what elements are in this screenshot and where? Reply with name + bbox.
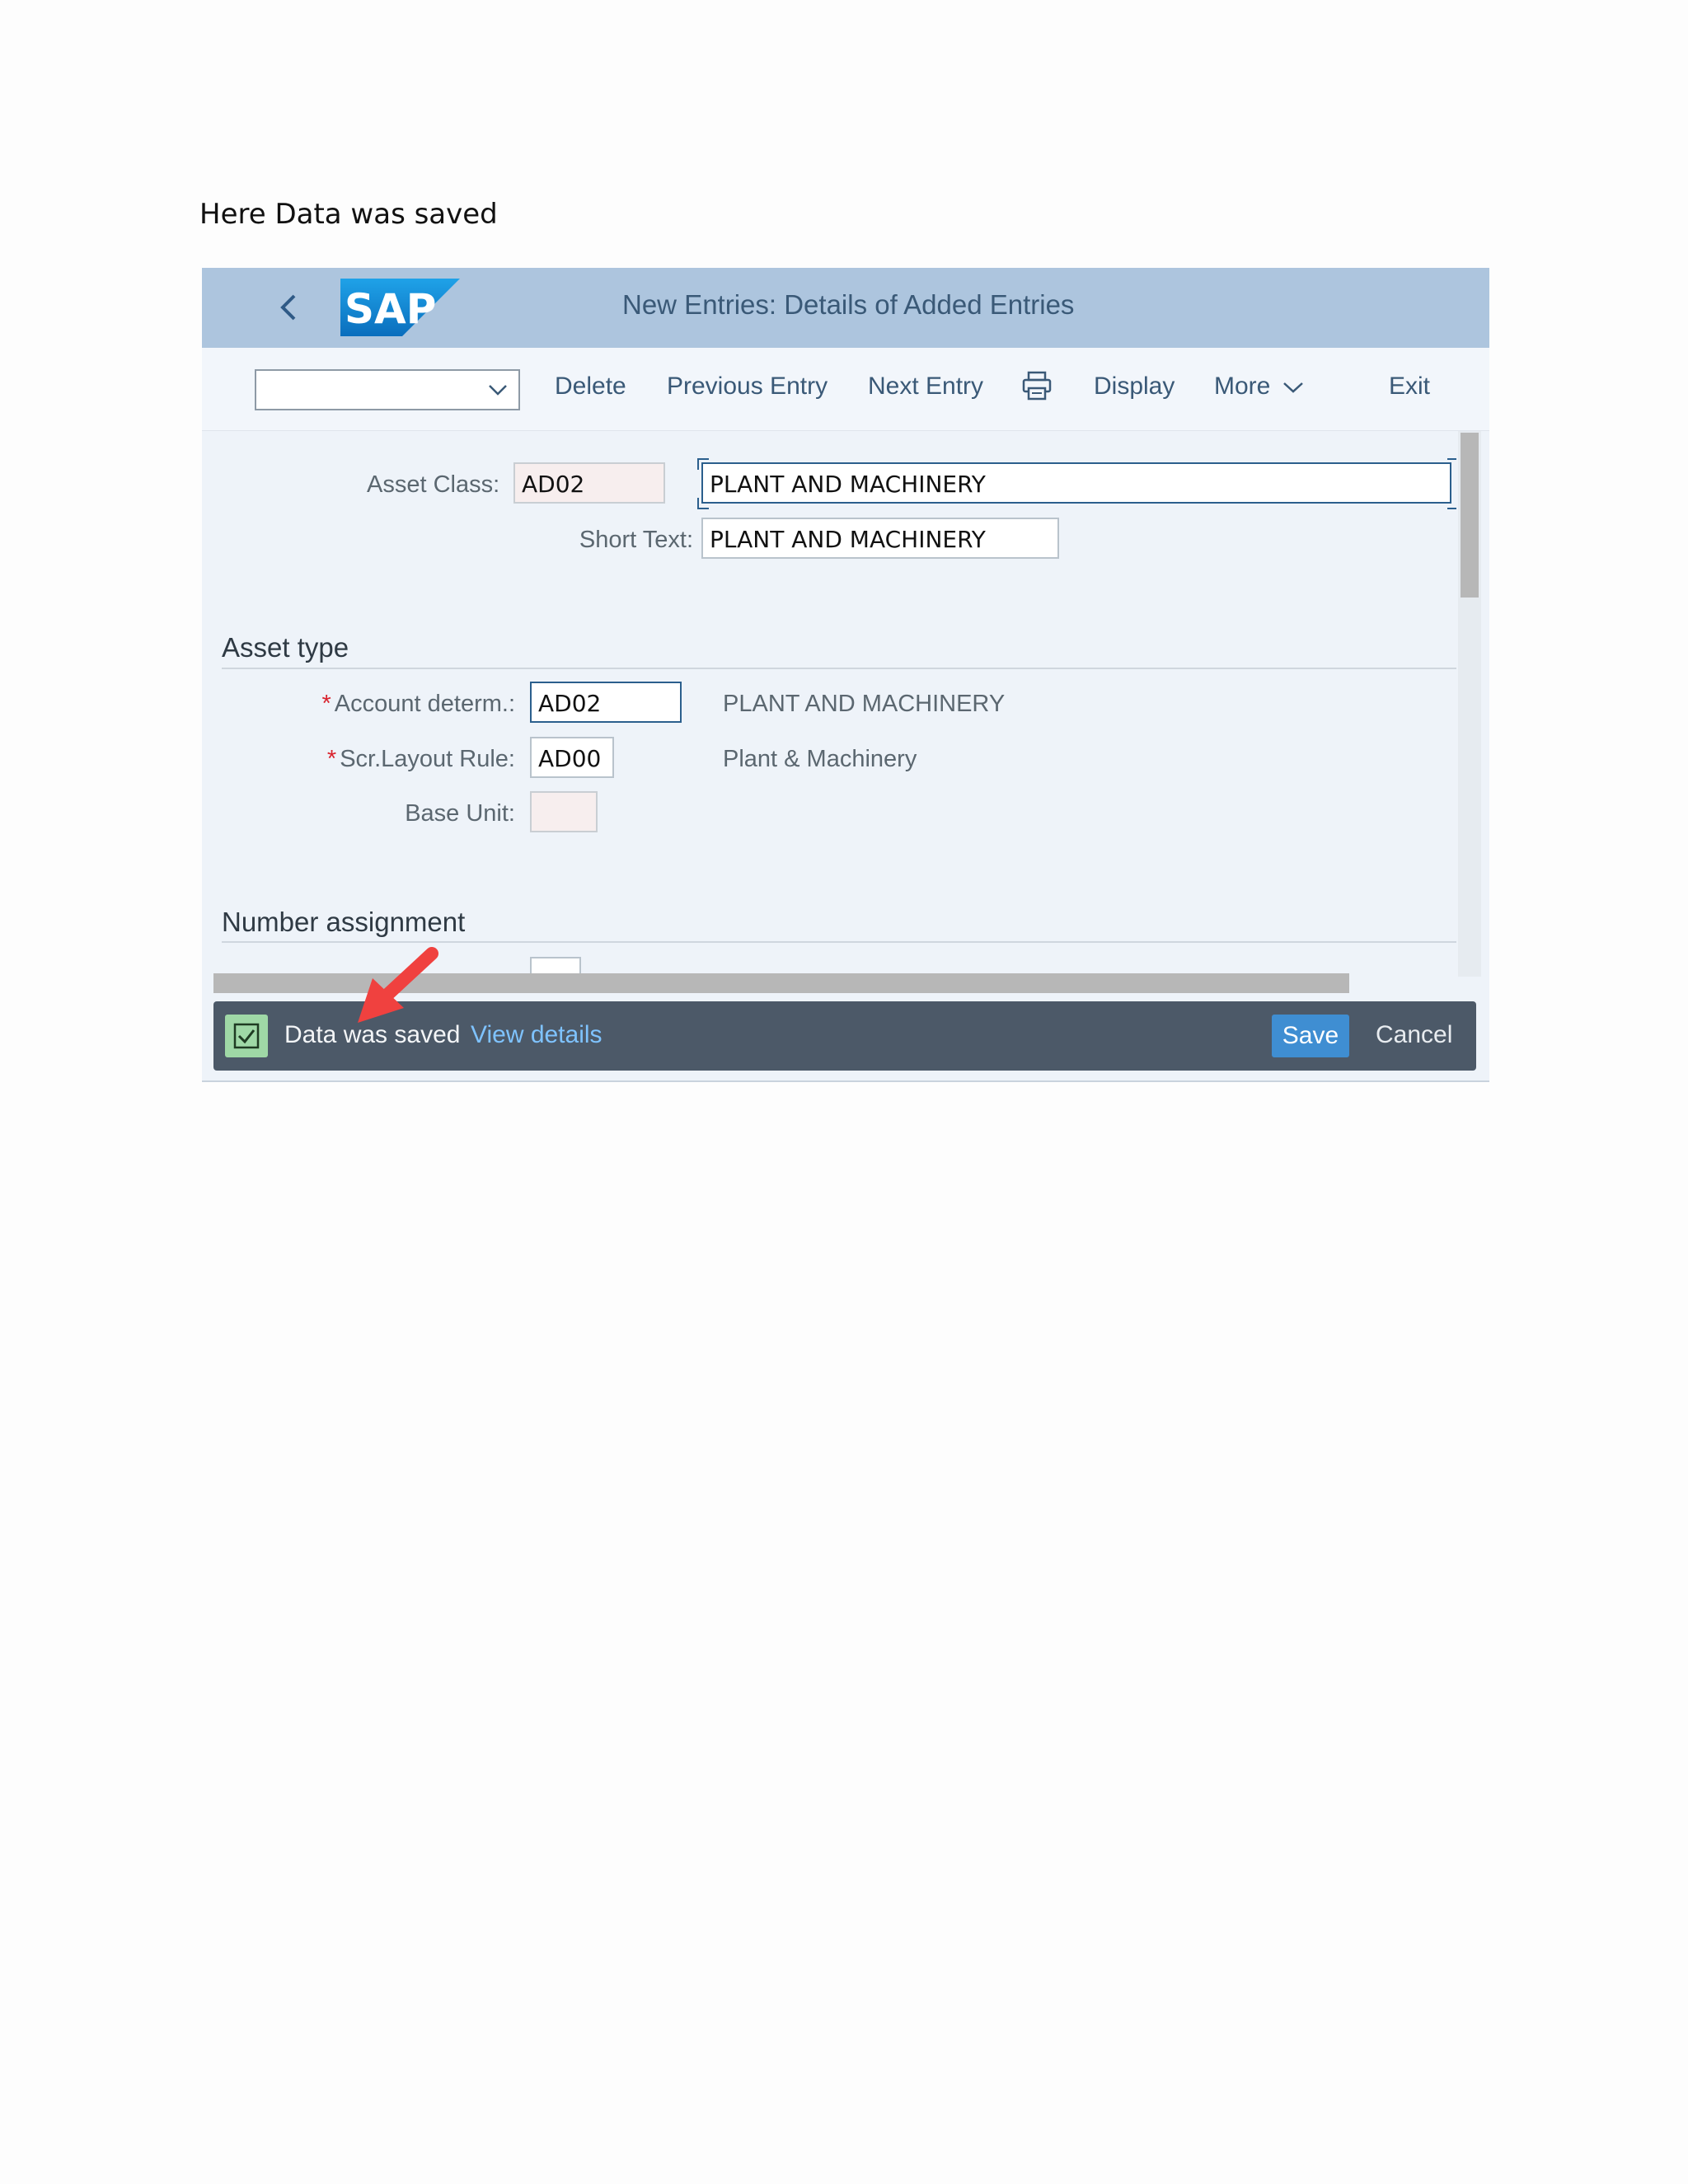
short-text-field[interactable]: PLANT AND MACHINERY xyxy=(701,518,1059,559)
next-entry-button[interactable]: Next Entry xyxy=(868,373,983,401)
delete-button[interactable]: Delete xyxy=(555,373,626,401)
shell-bar: SAP New Entries: Details of Added Entrie… xyxy=(202,268,1489,348)
scr-layout-rule-label-text: Scr.Layout Rule: xyxy=(340,746,515,772)
account-determ-description: PLANT AND MACHINERY xyxy=(723,691,1006,717)
more-label: More xyxy=(1214,373,1271,400)
section-divider xyxy=(222,941,1456,943)
cancel-button[interactable]: Cancel xyxy=(1376,1021,1452,1049)
checkbox-check-icon xyxy=(233,1023,260,1049)
asset-class-label: Asset Class: xyxy=(367,471,500,498)
document-caption: Here Data was saved xyxy=(199,198,498,231)
section-title-number-assignment: Number assignment xyxy=(222,907,466,937)
form-content: Asset Class: AD02 PLANT AND MACHINERY Sh… xyxy=(202,431,1456,977)
page-title: New Entries: Details of Added Entries xyxy=(622,289,1075,320)
section-title-asset-type: Asset type xyxy=(222,632,349,663)
previous-entry-button[interactable]: Previous Entry xyxy=(667,373,828,401)
view-details-link[interactable]: View details xyxy=(471,1021,603,1049)
scr-layout-rule-label: * Scr.Layout Rule: xyxy=(251,746,515,773)
vertical-scrollbar[interactable] xyxy=(1458,431,1481,977)
account-determ-label-text: Account determ.: xyxy=(334,691,515,717)
back-icon[interactable] xyxy=(268,286,311,329)
asset-class-field[interactable]: AD02 xyxy=(513,462,665,504)
required-indicator: * xyxy=(326,746,337,772)
asset-class-description-field[interactable]: PLANT AND MACHINERY xyxy=(701,462,1451,504)
required-indicator: * xyxy=(321,691,331,717)
printer-icon[interactable] xyxy=(1021,370,1053,401)
focus-corner xyxy=(1447,458,1456,470)
chevron-down-icon xyxy=(489,385,507,396)
account-determ-label: * Account determ.: xyxy=(251,691,515,718)
focus-corner xyxy=(1447,498,1456,509)
save-button[interactable]: Save xyxy=(1272,1015,1349,1057)
scr-layout-rule-description: Plant & Machinery xyxy=(723,746,917,772)
chevron-down-icon xyxy=(1282,382,1303,393)
base-unit-label: Base Unit: xyxy=(405,800,515,827)
focus-corner xyxy=(697,458,709,470)
short-text-label: Short Text: xyxy=(579,527,693,553)
scr-layout-rule-field[interactable]: AD00 xyxy=(530,737,614,778)
display-button[interactable]: Display xyxy=(1094,373,1175,401)
scrollbar-thumb[interactable] xyxy=(1461,433,1479,598)
focus-corner xyxy=(697,498,709,509)
section-divider xyxy=(222,668,1456,669)
exit-button[interactable]: Exit xyxy=(1389,373,1430,401)
annotation-arrow-icon xyxy=(358,947,438,1023)
variant-select[interactable] xyxy=(255,369,520,410)
base-unit-field[interactable] xyxy=(530,791,598,832)
toolbar: Delete Previous Entry Next Entry Display… xyxy=(202,348,1489,431)
svg-text:SAP: SAP xyxy=(345,285,436,333)
more-button[interactable]: More xyxy=(1214,373,1304,401)
account-determ-field[interactable]: AD02 xyxy=(530,682,682,723)
sap-logo: SAP xyxy=(340,279,460,336)
success-status xyxy=(225,1015,268,1057)
